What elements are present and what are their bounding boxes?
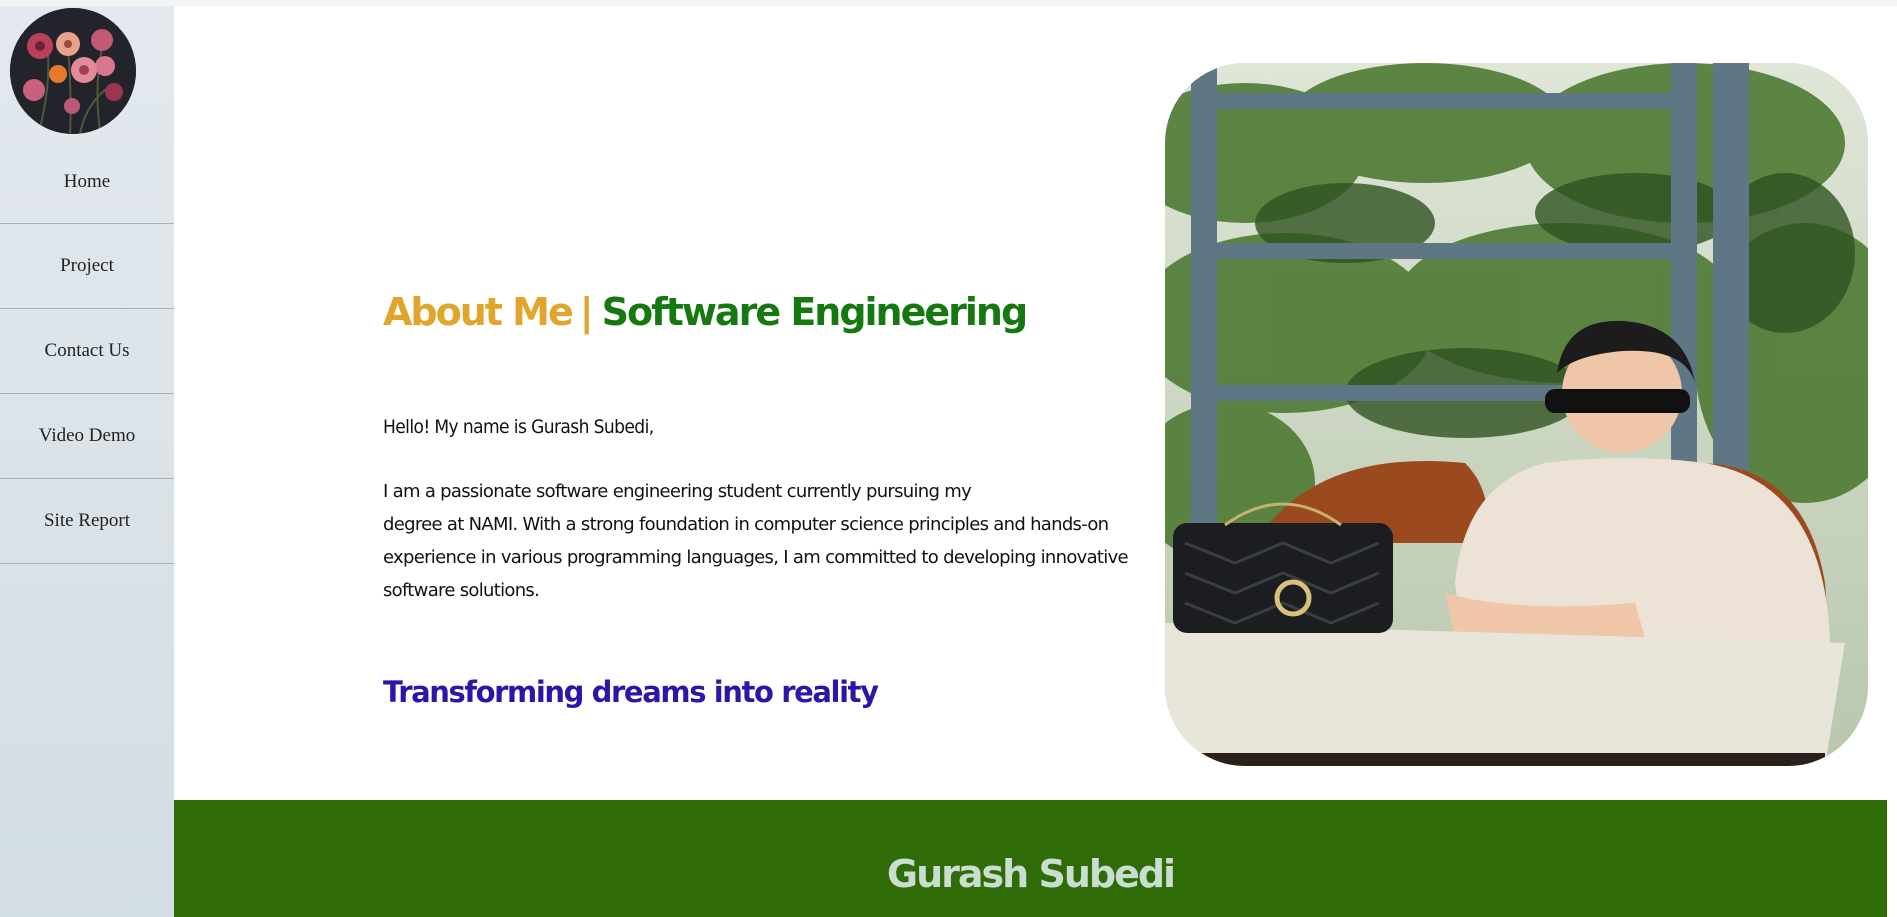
- sidebar-nav: Home Project Contact Us Video Demo Site …: [0, 140, 174, 564]
- tagline: Transforming dreams into reality: [383, 675, 879, 709]
- sidebar-item-site-report[interactable]: Site Report: [0, 479, 174, 564]
- intro-line-rest: degree at NAMI. With a strong foundation…: [383, 514, 1129, 601]
- title-field: Software Engineering: [601, 290, 1029, 334]
- sidebar-item-video-demo[interactable]: Video Demo: [0, 394, 174, 479]
- page-title: About Me | Software Engineering: [383, 290, 1029, 334]
- sidebar-item-project[interactable]: Project: [0, 224, 174, 309]
- title-about: About Me: [383, 290, 574, 334]
- intro-paragraph: I am a passionate software engineering s…: [383, 475, 1153, 607]
- profile-photo: [1165, 63, 1868, 766]
- flower-avatar-image: [10, 8, 136, 134]
- sidebar-item-contact-us[interactable]: Contact Us: [0, 309, 174, 394]
- footer-name: Gurash Subedi: [886, 852, 1176, 896]
- title-separator: |: [579, 290, 594, 334]
- intro-line-1: I am a passionate software engineering s…: [383, 481, 972, 502]
- sidebar: Home Project Contact Us Video Demo Site …: [0, 6, 174, 917]
- main-content: About Me | Software Engineering Hello! My …: [174, 6, 1897, 917]
- greeting-text: Hello! My name is Gurash Subedi,: [383, 416, 654, 438]
- sidebar-item-home[interactable]: Home: [0, 140, 174, 224]
- avatar: [10, 8, 136, 134]
- footer: Gurash Subedi: [174, 800, 1887, 917]
- profile-photo-image: [1165, 63, 1868, 766]
